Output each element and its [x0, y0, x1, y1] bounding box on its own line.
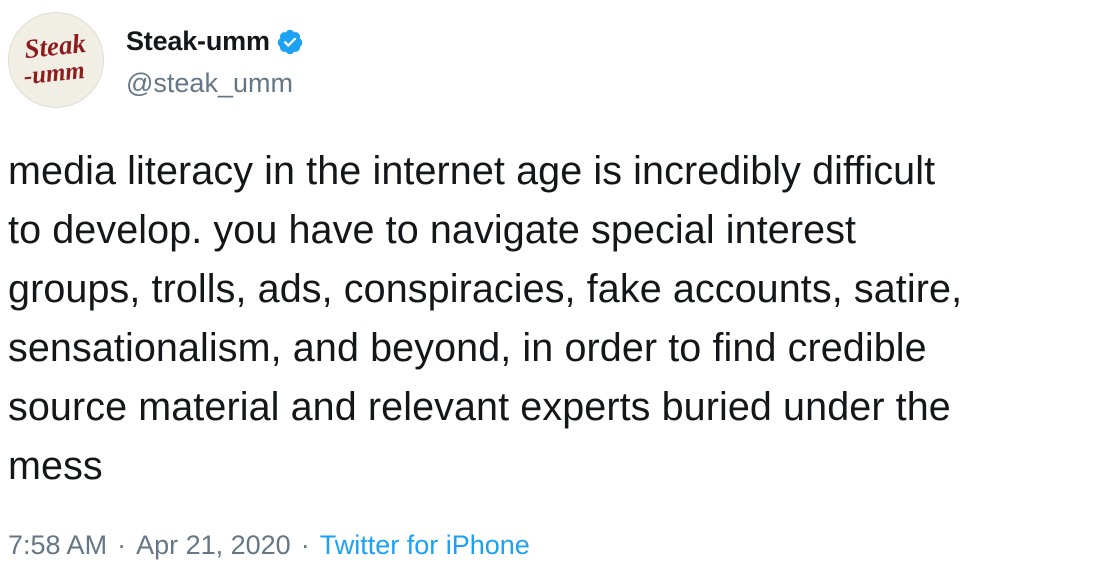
- tweet-time[interactable]: 7:58 AM: [8, 530, 107, 561]
- meta-separator: ·: [117, 530, 127, 560]
- tweet-meta: 7:58 AM · Apr 21, 2020 · Twitter for iPh…: [8, 530, 530, 561]
- avatar[interactable]: Steak -umm: [8, 12, 104, 108]
- svg-text:-umm: -umm: [22, 57, 86, 90]
- author-names: Steak-umm @steak_umm: [126, 22, 304, 99]
- verified-badge-icon: [276, 28, 304, 56]
- display-name-row: Steak-umm: [126, 22, 304, 62]
- tweet-source-link[interactable]: Twitter for iPhone: [320, 530, 530, 561]
- tweet-date[interactable]: Apr 21, 2020: [136, 530, 291, 561]
- display-name[interactable]: Steak-umm: [126, 26, 270, 57]
- tweet-text: media literacy in the internet age is in…: [8, 149, 963, 488]
- author-handle[interactable]: @steak_umm: [126, 68, 304, 99]
- tweet-header: Steak -umm Steak-umm @steak_umm: [8, 12, 304, 108]
- steak-umm-logo-icon: Steak -umm: [22, 28, 87, 90]
- meta-separator: ·: [300, 530, 310, 560]
